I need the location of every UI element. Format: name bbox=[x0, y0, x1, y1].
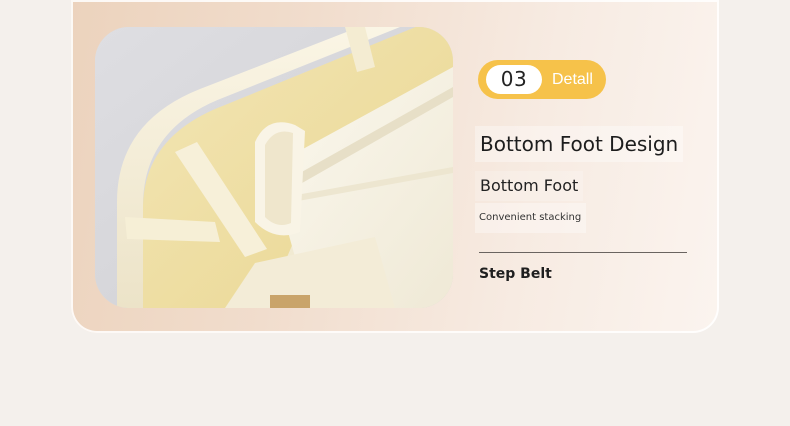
feature-title: Bottom Foot Design bbox=[475, 126, 684, 162]
detail-label: Detall bbox=[552, 71, 593, 88]
divider bbox=[479, 252, 687, 253]
secondary-title: Step Belt bbox=[479, 266, 552, 282]
product-photo bbox=[95, 27, 453, 308]
feature-subtitle: Bottom Foot bbox=[475, 171, 584, 201]
feature-description: Convenient stacking bbox=[475, 203, 586, 233]
step-number: 03 bbox=[486, 65, 542, 94]
page: 03 Detall Bottom Foot Design Bottom Foot… bbox=[0, 0, 790, 426]
step-number-badge: 03 Detall bbox=[478, 60, 606, 99]
